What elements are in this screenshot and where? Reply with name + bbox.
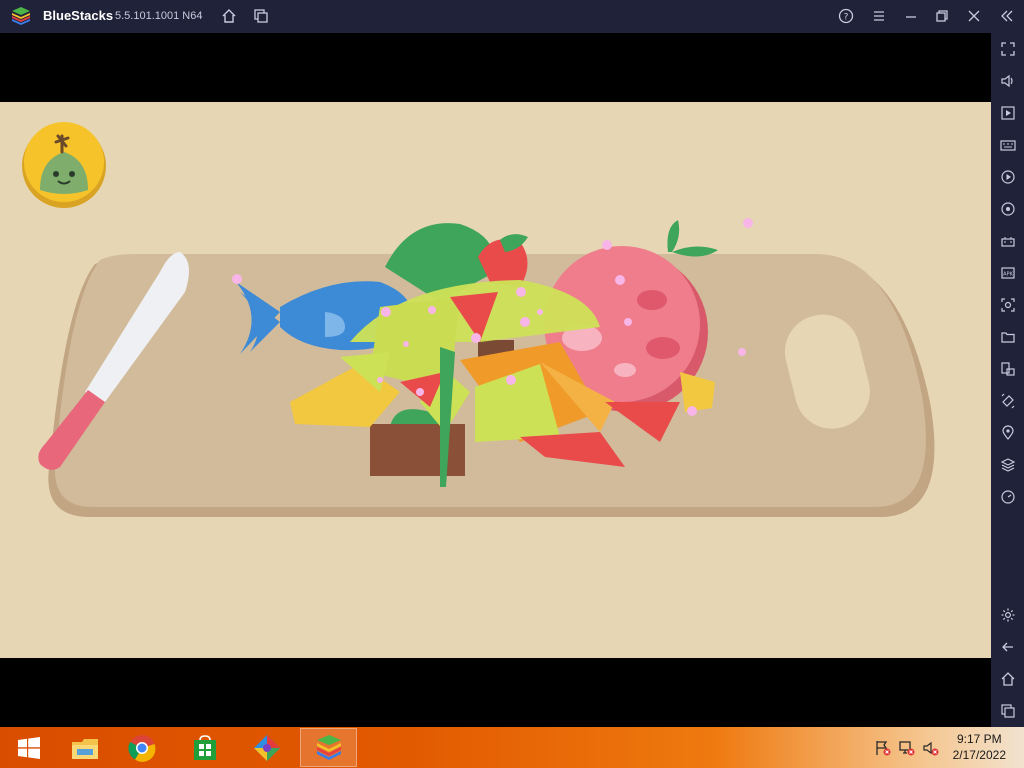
minimize-icon[interactable] [901, 6, 921, 26]
fullscreen-icon[interactable] [998, 39, 1018, 59]
home-icon[interactable] [219, 6, 239, 26]
game-scene [22, 122, 935, 517]
android-home-icon[interactable] [998, 669, 1018, 689]
shake-icon[interactable] [998, 391, 1018, 411]
app-version: 5.5.101.1001 N64 [115, 10, 203, 22]
clock[interactable]: 9:17 PM 2/17/2022 [953, 731, 1006, 763]
close-icon[interactable] [964, 6, 984, 26]
keyboard-controls-icon[interactable] [998, 135, 1018, 155]
system-tray: 9:17 PM 2/17/2022 [868, 727, 1024, 768]
start-icon[interactable] [0, 728, 57, 767]
media-manager-icon[interactable] [998, 103, 1018, 123]
file-explorer-icon[interactable] [56, 728, 113, 767]
bluestacks-logo-icon [12, 7, 30, 25]
store-icon[interactable] [176, 728, 233, 767]
folder-icon[interactable] [998, 327, 1018, 347]
screenshot-icon[interactable] [998, 295, 1018, 315]
multi-instance-icon[interactable] [251, 6, 271, 26]
clock-time: 9:17 PM [956, 732, 1002, 746]
title-bar: BlueStacks 5.5.101.1001 N64 ? [0, 0, 1024, 33]
restore-icon[interactable] [932, 6, 952, 26]
macro-recorder-icon[interactable] [998, 167, 1018, 187]
letterbox-top [0, 33, 991, 102]
recent-apps-icon[interactable] [998, 701, 1018, 721]
rotate-icon[interactable] [998, 359, 1018, 379]
network-icon[interactable] [898, 739, 916, 757]
game-icon[interactable] [238, 728, 295, 767]
settings-icon[interactable] [998, 605, 1018, 625]
windows-taskbar: 9:17 PM 2/17/2022 [0, 727, 1024, 768]
collapse-sidebar-icon[interactable] [997, 6, 1017, 26]
clock-date: 2/17/2022 [952, 748, 1006, 762]
gamepad-icon[interactable] [998, 231, 1018, 251]
back-icon[interactable] [998, 637, 1018, 657]
svg-text:APK: APK [1003, 272, 1013, 278]
menu-icon[interactable] [869, 6, 889, 26]
game-viewport[interactable] [0, 102, 991, 658]
location-icon[interactable] [998, 423, 1018, 443]
sync-icon[interactable] [998, 199, 1018, 219]
help-icon[interactable]: ? [836, 6, 856, 26]
chrome-icon[interactable] [113, 728, 170, 767]
layers-icon[interactable] [998, 455, 1018, 475]
svg-text:?: ? [844, 13, 849, 23]
action-center-flag-icon[interactable] [874, 739, 892, 757]
bluestacks-sidebar: APK [991, 33, 1024, 727]
avatar-button[interactable] [22, 122, 106, 208]
volume-icon[interactable] [998, 71, 1018, 91]
app-title: BlueStacks [43, 8, 114, 23]
volume-muted-icon[interactable] [922, 739, 940, 757]
chocolate-block [370, 424, 465, 476]
install-apk-icon[interactable]: APK [998, 263, 1018, 283]
bluestacks-icon[interactable] [300, 728, 357, 767]
letterbox-bottom [0, 658, 991, 727]
eco-mode-icon[interactable] [998, 487, 1018, 507]
